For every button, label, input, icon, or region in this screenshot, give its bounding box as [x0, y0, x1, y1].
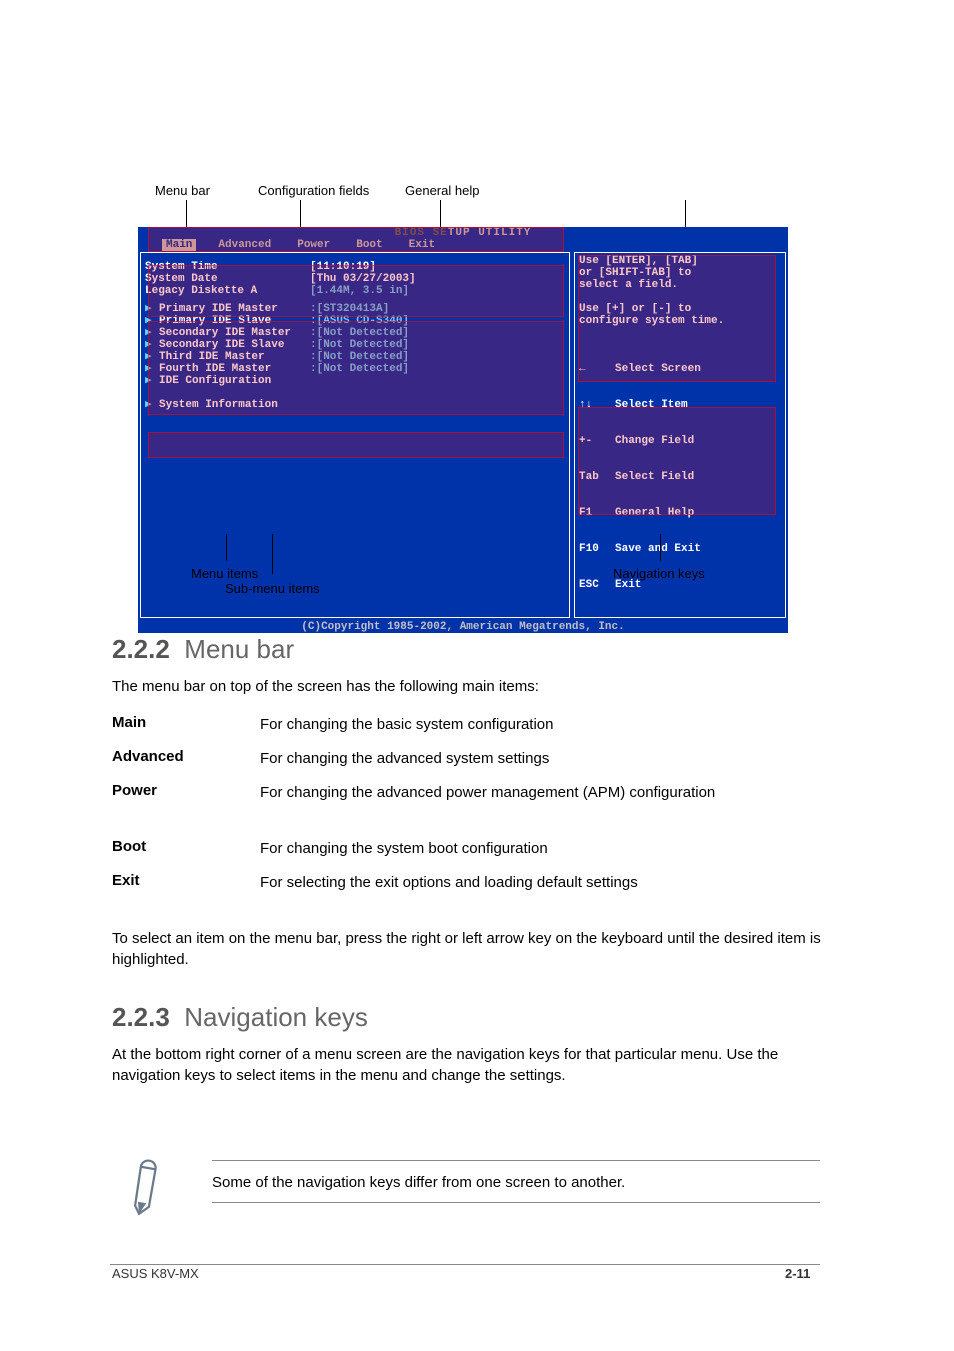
row-legacy-diskette[interactable]: Legacy Diskette A [1.44M, 3.5 in] — [145, 285, 565, 297]
bios-title: BIOS SETUP UTILITY — [138, 227, 788, 239]
heading-222: 2.2.2 Menu bar — [112, 634, 294, 665]
row-ide-config[interactable]: ▶IDE Configuration — [145, 375, 565, 387]
footer-left: ASUS K8V-MX — [112, 1266, 199, 1281]
item-main-desc: For changing the basic system configurat… — [260, 714, 820, 735]
callout-menubar: Menu bar — [155, 180, 210, 201]
callout-config: Configuration fields — [258, 180, 369, 201]
callout-navkeys: Navigation keys — [613, 563, 705, 584]
bios-menu-bar[interactable]: Main Advanced Power Boot Exit — [138, 239, 788, 251]
footer-right: 2-11 — [785, 1266, 810, 1281]
row-pri-ide-slave[interactable]: ▶Primary IDE Slave:[ASUS CD-S340] — [145, 315, 565, 327]
note-text: Some of the navigation keys differ from … — [212, 1172, 820, 1193]
row-sec-ide-slave[interactable]: ▶Secondary IDE Slave:[Not Detected] — [145, 339, 565, 351]
note-icon — [111, 1149, 181, 1220]
row-third-ide[interactable]: ▶Third IDE Master:[Not Detected] — [145, 351, 565, 363]
row-system-time[interactable]: System Time [11:10:19] — [145, 261, 565, 273]
item-exit-name: Exit — [112, 872, 140, 889]
menu-advanced[interactable]: Advanced — [214, 239, 275, 251]
callout-submenu: Sub-menu items — [225, 578, 320, 599]
row-sys-info[interactable]: ▶System Information — [145, 399, 565, 411]
menu-exit[interactable]: Exit — [405, 239, 439, 251]
row-sec-ide-master[interactable]: ▶Secondary IDE Master:[Not Detected] — [145, 327, 565, 339]
row-fourth-ide[interactable]: ▶Fourth IDE Master:[Not Detected] — [145, 363, 565, 375]
item-main-name: Main — [112, 714, 146, 731]
heading-223: 2.2.3 Navigation keys — [112, 1002, 368, 1033]
bios-help-text: Use [ENTER], [TAB] or [SHIFT-TAB] to sel… — [579, 255, 781, 327]
menu-boot[interactable]: Boot — [352, 239, 386, 251]
tail-222: To select an item on the menu bar, press… — [112, 928, 822, 970]
menu-main[interactable]: Main — [162, 239, 196, 251]
item-adv-desc: For changing the advanced system setting… — [260, 748, 820, 769]
bios-copyright: (C)Copyright 1985-2002, American Megatre… — [138, 621, 788, 633]
row-pri-ide-master[interactable]: ▶Primary IDE Master:[ST320413A] — [145, 303, 565, 315]
item-power-name: Power — [112, 782, 157, 799]
callout-general-help: General help — [405, 180, 479, 201]
item-adv-name: Advanced — [112, 748, 184, 765]
intro-222: The menu bar on top of the screen has th… — [112, 676, 822, 697]
item-boot-name: Boot — [112, 838, 146, 855]
para-223: At the bottom right corner of a menu scr… — [112, 1044, 822, 1086]
menu-power[interactable]: Power — [293, 239, 334, 251]
row-system-date[interactable]: System Date [Thu 03/27/2003] — [145, 273, 565, 285]
item-boot-desc: For changing the system boot configurati… — [260, 838, 820, 859]
item-exit-desc: For selecting the exit options and loadi… — [260, 872, 820, 893]
item-power-desc: For changing the advanced power manageme… — [260, 782, 820, 803]
